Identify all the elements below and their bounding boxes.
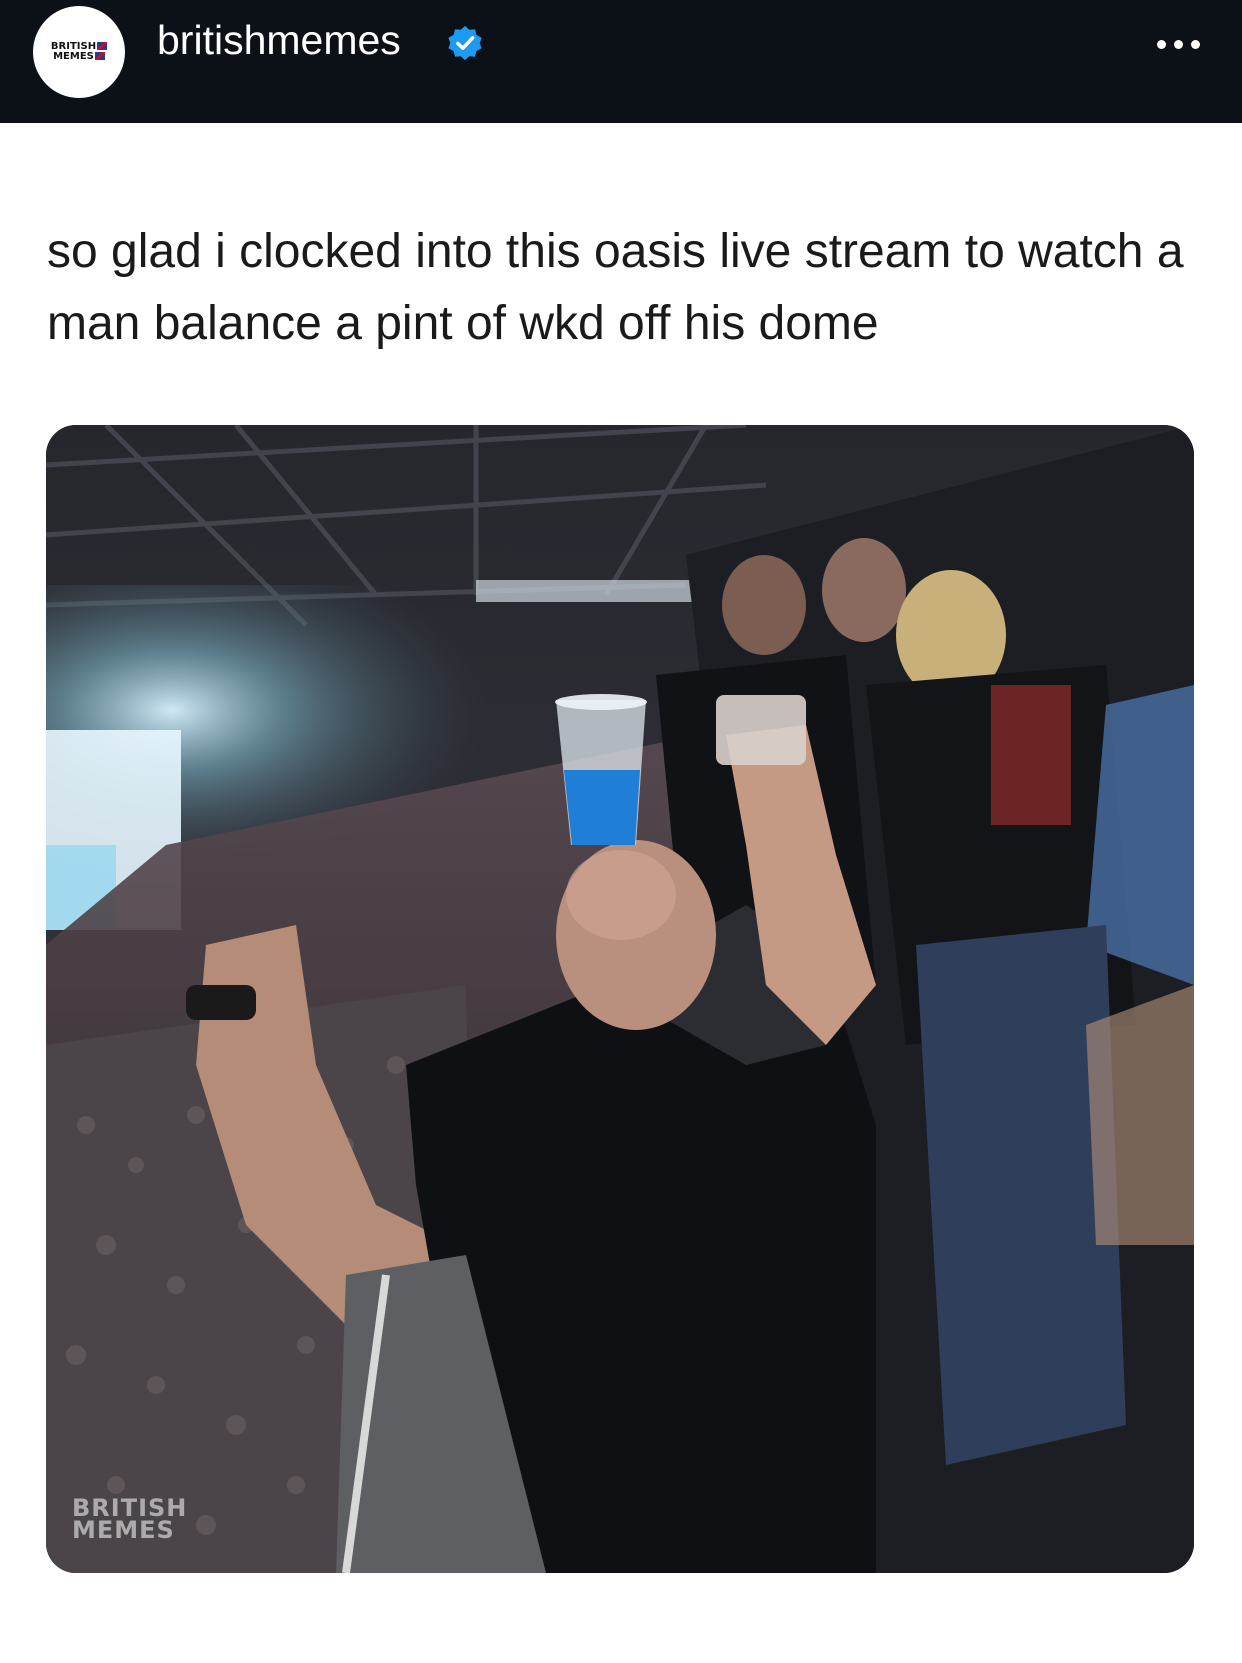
post-image[interactable]: BRITISH MEMES [46, 425, 1194, 1573]
post-caption: so glad i clocked into this oasis live s… [47, 225, 1184, 350]
username[interactable]: britishmemes [157, 14, 401, 66]
avatar[interactable]: BRITISH MEMES [33, 6, 125, 98]
verified-badge-icon [448, 25, 482, 61]
more-options-button[interactable] [1157, 40, 1200, 49]
uk-flag-icon [94, 52, 105, 60]
avatar-text-line2: MEMES [53, 51, 94, 62]
post-header: BRITISH MEMES britishmemes [0, 0, 1242, 123]
concert-photo [46, 425, 1194, 1573]
uk-flag-icon [97, 42, 108, 50]
more-options-icon [1157, 40, 1166, 49]
image-watermark: BRITISH MEMES [72, 1494, 188, 1544]
